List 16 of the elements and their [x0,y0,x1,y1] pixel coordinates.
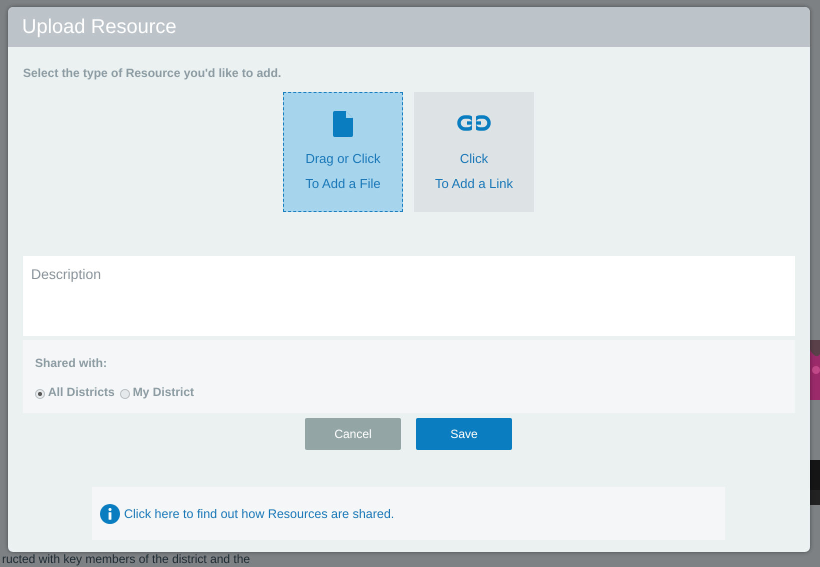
shared-with-label: Shared with: [35,356,108,370]
cancel-button[interactable]: Cancel [305,418,401,450]
radio-label[interactable]: All Districts [48,385,115,399]
radio-button[interactable] [120,388,130,398]
save-button[interactable]: Save [416,418,512,450]
description-field[interactable]: Description [23,256,795,336]
info-icon [100,504,120,524]
document-icon [333,111,353,137]
add-link-tile[interactable]: Click To Add a Link [414,92,534,212]
instruction-text: Select the type of Resource you'd like to add. [23,66,282,80]
radio-button[interactable] [35,388,45,398]
info-link[interactable]: Click here to find out how Resources are shared. [124,506,394,520]
add-file-tile[interactable]: Drag or Click To Add a File [283,92,403,212]
dialog-title: Upload Resource [22,16,177,38]
radio-label[interactable]: My District [132,385,194,399]
background-text: ructed with key members of the district and the [2,553,250,566]
